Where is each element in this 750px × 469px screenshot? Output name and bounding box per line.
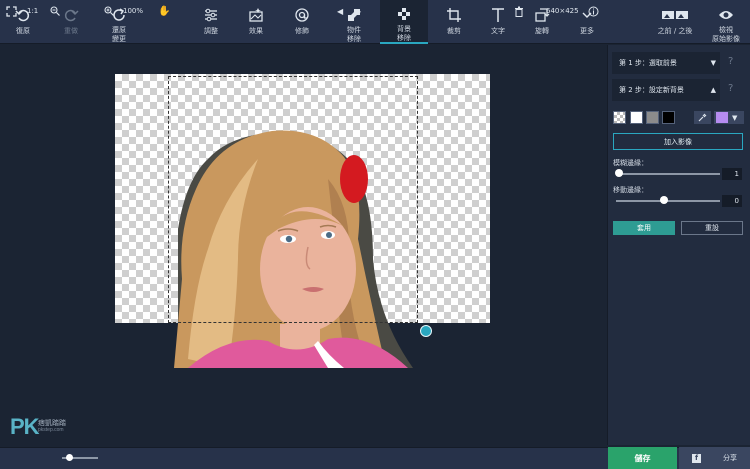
zoom-level: 100%: [123, 7, 144, 15]
swatch-black[interactable]: [662, 111, 675, 124]
view-original-label: 檢視 原始影像: [712, 26, 740, 43]
watermark-logo: PK 痞凱踏踏 pkstep.com: [10, 414, 66, 440]
chevron-up-icon: ▲: [710, 86, 716, 94]
fit-screen-button[interactable]: [6, 4, 17, 18]
more-label: 更多: [580, 27, 594, 35]
share-label: 分享: [723, 454, 737, 462]
right-panel: [607, 45, 750, 445]
facebook-icon: f: [692, 453, 701, 463]
background-remove-icon: [395, 6, 413, 22]
effects-icon: [247, 6, 265, 24]
move-edges-thumb[interactable]: [660, 196, 668, 204]
zoom-out-icon[interactable]: [50, 4, 60, 18]
eyedropper-icon: [698, 113, 707, 122]
reset-button[interactable]: 重設: [681, 221, 743, 235]
effects-label: 效果: [249, 27, 263, 35]
effects-button[interactable]: 效果: [243, 0, 269, 44]
before-after-button[interactable]: 之前 / 之後: [652, 0, 698, 44]
resize-handle[interactable]: [420, 325, 432, 337]
blur-edges-label: 模糊邊緣：: [613, 159, 648, 167]
text-icon: [489, 6, 507, 24]
crop-frame[interactable]: [168, 76, 418, 323]
view-original-button[interactable]: 檢視 原始影像: [708, 0, 744, 44]
move-edges-slider[interactable]: [616, 200, 720, 202]
redo-button[interactable]: 重做: [58, 0, 84, 44]
save-button[interactable]: 儲存: [608, 447, 677, 469]
step-2-help-icon[interactable]: ?: [728, 83, 733, 94]
before-after-icon: [660, 6, 690, 24]
actual-size-button[interactable]: 1:1: [27, 4, 38, 18]
decorate-button[interactable]: 修飾: [289, 0, 315, 44]
blur-edges-slider[interactable]: [616, 173, 720, 175]
decorate-icon: [293, 6, 311, 24]
watermark-pk: PK: [10, 414, 40, 439]
previous-arrow-icon[interactable]: ◀: [337, 4, 343, 18]
adjust-button[interactable]: 調整: [198, 0, 224, 44]
step-2-set-background[interactable]: 第 2 步：設定新背景 ▲: [612, 79, 720, 101]
redo-label: 重做: [64, 27, 78, 35]
crop-button[interactable]: 裁剪: [441, 0, 467, 44]
trash-icon[interactable]: [514, 4, 524, 18]
watermark-site: pkstep.com: [38, 427, 64, 433]
decorate-label: 修飾: [295, 27, 309, 35]
step-1-help-icon[interactable]: ?: [728, 56, 733, 67]
sliders-icon: [202, 6, 220, 24]
background-remove-button[interactable]: 背景 移除: [380, 0, 428, 44]
text-label: 文字: [491, 27, 505, 35]
object-remove-button[interactable]: 物件 移除: [340, 0, 368, 44]
step-1-select-foreground[interactable]: 第 1 步：選取前景 ▼: [612, 52, 720, 74]
redo-icon: [62, 6, 80, 24]
blur-edges-thumb[interactable]: [615, 169, 623, 177]
restore-label: 還原 變更: [112, 26, 126, 43]
add-image-button[interactable]: 加入影像: [613, 133, 743, 150]
swatch-white[interactable]: [630, 111, 643, 124]
text-button[interactable]: 文字: [485, 0, 511, 44]
swatch-gray[interactable]: [646, 111, 659, 124]
background-remove-label: 背景 移除: [397, 25, 411, 42]
crop-label: 裁剪: [447, 27, 461, 35]
zoom-in-icon[interactable]: [104, 4, 114, 18]
image-dimensions: 640×425: [546, 7, 579, 15]
eye-icon: [717, 6, 735, 23]
expand-icon: [6, 5, 17, 17]
info-icon[interactable]: [588, 4, 599, 18]
chevron-down-icon: ▼: [732, 113, 738, 122]
move-edges-label: 移動邊緣：: [613, 186, 648, 194]
share-button[interactable]: f 分享: [679, 447, 750, 469]
apply-button[interactable]: 套用: [613, 221, 675, 235]
undo-label: 復原: [16, 27, 30, 35]
rotate-label: 旋轉: [535, 27, 549, 35]
blur-edges-value[interactable]: 1: [722, 168, 742, 180]
step-2-label: 第 2 步：設定新背景: [619, 86, 684, 94]
next-arrow-icon[interactable]: ▶: [355, 4, 361, 18]
step-1-label: 第 1 步：選取前景: [619, 59, 677, 67]
crop-icon: [445, 6, 463, 24]
object-remove-label: 物件 移除: [347, 26, 361, 43]
move-edges-value[interactable]: 0: [722, 195, 742, 207]
zoom-slider-thumb[interactable]: [66, 454, 73, 461]
chevron-down-icon: ▼: [710, 59, 716, 67]
hand-pan-icon[interactable]: ✋: [158, 4, 170, 18]
selected-color-swatch: [716, 112, 728, 123]
eyedropper-button[interactable]: [694, 111, 711, 124]
swatch-transparent[interactable]: [613, 111, 626, 124]
before-after-label: 之前 / 之後: [657, 27, 693, 35]
color-picker-dropdown[interactable]: ▼: [714, 111, 744, 124]
adjust-label: 調整: [204, 27, 218, 35]
